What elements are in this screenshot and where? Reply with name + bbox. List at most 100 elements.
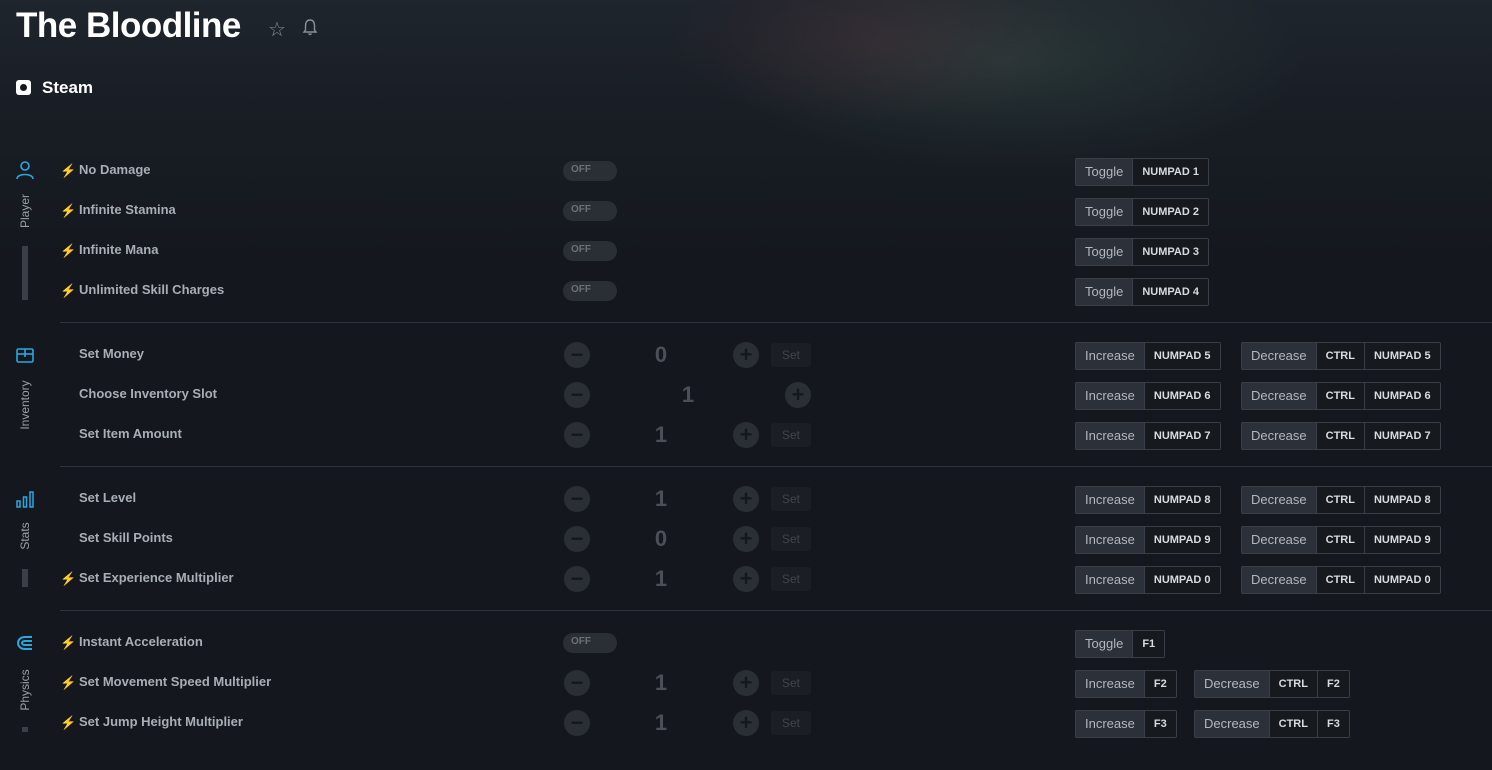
toggle-switch[interactable]: OFF bbox=[563, 161, 617, 181]
hotkey-key: F2 bbox=[1316, 671, 1349, 697]
hotkey-modifier: CTRL bbox=[1315, 383, 1364, 409]
set-button[interactable]: Set bbox=[771, 567, 811, 591]
hotkey-modifier: CTRL bbox=[1315, 527, 1364, 553]
hotkey-action: Toggle bbox=[1076, 199, 1133, 225]
hotkey-toggle[interactable]: Toggle F1 bbox=[1075, 630, 1166, 658]
hotkey-action: Toggle bbox=[1076, 239, 1133, 265]
increment-button[interactable]: + bbox=[785, 382, 811, 408]
hotkey-decrease[interactable]: Decrease CTRL NUMPAD 8 bbox=[1241, 486, 1441, 514]
value-display[interactable]: 1 bbox=[631, 710, 691, 736]
decrement-button[interactable]: − bbox=[564, 710, 590, 736]
decrement-button[interactable]: − bbox=[564, 526, 590, 552]
value-display[interactable]: 0 bbox=[631, 526, 691, 552]
toggle-switch[interactable]: OFF bbox=[563, 241, 617, 261]
toggle-switch[interactable]: OFF bbox=[563, 281, 617, 301]
decrement-button[interactable]: − bbox=[564, 382, 590, 408]
hotkey-key: F3 bbox=[1316, 711, 1349, 737]
decrement-button[interactable]: − bbox=[564, 422, 590, 448]
cheat-name: Set Item Amount bbox=[79, 426, 182, 441]
cheat-name: Set Level bbox=[79, 490, 137, 505]
hotkey-action: Decrease bbox=[1242, 343, 1316, 369]
set-button[interactable]: Set bbox=[771, 671, 811, 695]
toggle-state: OFF bbox=[571, 204, 591, 215]
set-button[interactable]: Set bbox=[771, 343, 811, 367]
hotkey-action: Increase bbox=[1076, 711, 1144, 737]
decrement-button[interactable]: − bbox=[564, 342, 590, 368]
hotkey-action: Increase bbox=[1076, 487, 1144, 513]
hotkey-action: Decrease bbox=[1242, 567, 1316, 593]
hotkey-decrease[interactable]: Decrease CTRL NUMPAD 9 bbox=[1241, 526, 1441, 554]
hotkey-increase[interactable]: Increase NUMPAD 8 bbox=[1075, 486, 1221, 514]
toggle-state: OFF bbox=[571, 244, 591, 255]
hotkey-toggle[interactable]: Toggle NUMPAD 4 bbox=[1075, 278, 1209, 306]
hotkey-increase[interactable]: Increase F3 bbox=[1075, 710, 1177, 738]
hotkey-key: NUMPAD 2 bbox=[1132, 199, 1208, 225]
hotkey-key: NUMPAD 8 bbox=[1143, 487, 1220, 513]
hotkey-key: NUMPAD 4 bbox=[1132, 279, 1208, 305]
increment-button[interactable]: + bbox=[733, 526, 759, 552]
increment-button[interactable]: + bbox=[733, 422, 759, 448]
increment-button[interactable]: + bbox=[733, 670, 759, 696]
hotkey-decrease[interactable]: Decrease CTRL NUMPAD 7 bbox=[1241, 422, 1441, 450]
set-button[interactable]: Set bbox=[771, 527, 811, 551]
hotkey-toggle[interactable]: Toggle NUMPAD 3 bbox=[1075, 238, 1209, 266]
bolt-icon: ⚡ bbox=[60, 203, 77, 218]
value-display[interactable]: 1 bbox=[631, 670, 691, 696]
hotkey-increase[interactable]: Increase NUMPAD 6 bbox=[1075, 382, 1221, 410]
cheat-name: Unlimited Skill Charges bbox=[79, 282, 225, 297]
hotkey-increase[interactable]: Increase NUMPAD 9 bbox=[1075, 526, 1221, 554]
hotkey-key: NUMPAD 3 bbox=[1132, 239, 1208, 265]
toggle-state: OFF bbox=[571, 164, 591, 175]
decrement-button[interactable]: − bbox=[564, 566, 590, 592]
decrement-button[interactable]: − bbox=[564, 670, 590, 696]
bolt-icon: ⚡ bbox=[60, 283, 77, 298]
hotkey-action: Increase bbox=[1076, 423, 1144, 449]
bolt-icon: ⚡ bbox=[60, 163, 77, 178]
hotkey-toggle[interactable]: Toggle NUMPAD 1 bbox=[1075, 158, 1209, 186]
set-button[interactable]: Set bbox=[771, 711, 811, 735]
hotkey-decrease[interactable]: Decrease CTRL F3 bbox=[1194, 710, 1350, 738]
hotkey-key: F3 bbox=[1143, 711, 1176, 737]
value-display[interactable]: 1 bbox=[631, 422, 691, 448]
favorite-star-icon[interactable]: ☆ bbox=[268, 17, 286, 42]
cheat-row: Choose Inventory Slot − 1 + Increase NUMP… bbox=[0, 380, 1492, 410]
increment-button[interactable]: + bbox=[733, 710, 759, 736]
hotkey-decrease[interactable]: Decrease CTRL F2 bbox=[1194, 670, 1350, 698]
hotkey-key: NUMPAD 5 bbox=[1143, 343, 1220, 369]
cheat-row: Set Skill Points − 0 + Set Increase NUMPA… bbox=[0, 524, 1492, 554]
hotkey-key: NUMPAD 5 bbox=[1363, 343, 1440, 369]
value-display[interactable]: 0 bbox=[631, 342, 691, 368]
set-button[interactable]: Set bbox=[771, 487, 811, 511]
hotkey-increase[interactable]: Increase NUMPAD 0 bbox=[1075, 566, 1221, 594]
increment-button[interactable]: + bbox=[733, 342, 759, 368]
hotkey-decrease[interactable]: Decrease CTRL NUMPAD 6 bbox=[1241, 382, 1441, 410]
value-display[interactable]: 1 bbox=[658, 382, 718, 408]
cheat-row: ⚡ Set Jump Height Multiplier − 1 + Set I… bbox=[0, 708, 1492, 738]
toggle-switch[interactable]: OFF bbox=[563, 633, 617, 653]
hotkey-increase[interactable]: Increase F2 bbox=[1075, 670, 1177, 698]
hotkey-key: NUMPAD 6 bbox=[1143, 383, 1220, 409]
hotkey-modifier: CTRL bbox=[1315, 487, 1364, 513]
hotkey-toggle[interactable]: Toggle NUMPAD 2 bbox=[1075, 198, 1209, 226]
hotkey-decrease[interactable]: Decrease CTRL NUMPAD 5 bbox=[1241, 342, 1441, 370]
increment-button[interactable]: + bbox=[733, 566, 759, 592]
hotkey-increase[interactable]: Increase NUMPAD 7 bbox=[1075, 422, 1221, 450]
set-button[interactable]: Set bbox=[771, 423, 811, 447]
cheat-row: ⚡ Instant Acceleration OFF Toggle F1 bbox=[0, 628, 1492, 658]
hotkey-key: NUMPAD 7 bbox=[1143, 423, 1220, 449]
increment-button[interactable]: + bbox=[733, 486, 759, 512]
hotkey-increase[interactable]: Increase NUMPAD 5 bbox=[1075, 342, 1221, 370]
toggle-switch[interactable]: OFF bbox=[563, 201, 617, 221]
notification-bell-icon[interactable] bbox=[302, 18, 318, 36]
hotkey-decrease[interactable]: Decrease CTRL NUMPAD 0 bbox=[1241, 566, 1441, 594]
section-divider bbox=[60, 466, 1492, 467]
hotkey-action: Increase bbox=[1076, 383, 1144, 409]
hotkey-action: Toggle bbox=[1076, 631, 1133, 657]
value-display[interactable]: 1 bbox=[631, 486, 691, 512]
hotkey-key: F1 bbox=[1132, 631, 1165, 657]
hotkey-modifier: CTRL bbox=[1315, 423, 1364, 449]
hotkey-modifier: CTRL bbox=[1315, 567, 1364, 593]
decrement-button[interactable]: − bbox=[564, 486, 590, 512]
value-display[interactable]: 1 bbox=[631, 566, 691, 592]
hotkey-key: NUMPAD 1 bbox=[1132, 159, 1208, 185]
